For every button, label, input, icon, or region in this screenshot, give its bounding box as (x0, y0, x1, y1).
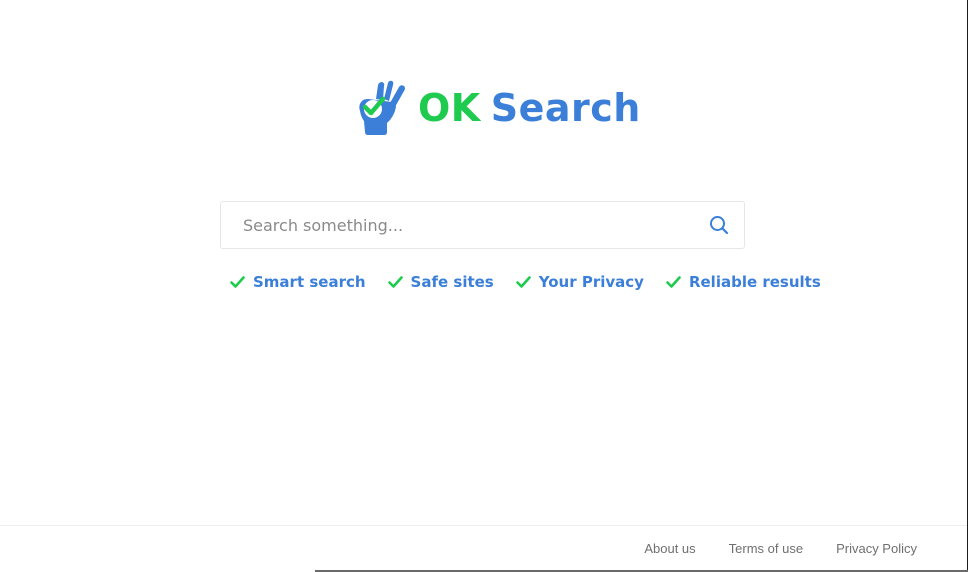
check-icon (230, 276, 245, 288)
brand-name-search: Search (490, 86, 641, 130)
footer-link-terms-of-use[interactable]: Terms of use (729, 541, 803, 556)
footer-link-privacy-policy[interactable]: Privacy Policy (836, 541, 917, 556)
search-icon (710, 216, 729, 235)
check-icon (666, 276, 681, 288)
feature-smart-search: Smart search (230, 273, 366, 291)
footer: About us Terms of use Privacy Policy (0, 525, 967, 572)
feature-label: Safe sites (410, 273, 494, 291)
page: OKSearch Smart search Safe sites (0, 0, 968, 572)
brand-name-ok: OK (418, 86, 481, 130)
feature-reliable-results: Reliable results (666, 273, 821, 291)
search-box (220, 201, 745, 249)
search-input[interactable] (221, 202, 691, 248)
brand-logo[interactable]: OK Search (354, 78, 641, 138)
footer-link-about-us[interactable]: About us (644, 541, 695, 556)
footer-links: About us Terms of use Privacy Policy (611, 541, 917, 556)
feature-your-privacy: Your Privacy (515, 273, 644, 291)
feature-safe-sites: Safe sites (387, 273, 494, 291)
check-icon (515, 276, 531, 288)
check-icon (387, 276, 403, 288)
feature-label: Smart search (253, 273, 366, 291)
ok-hand-check-icon (359, 80, 405, 135)
feature-label: Your Privacy (538, 273, 644, 291)
features-list: Smart search Safe sites Your Privacy Rel… (230, 268, 821, 296)
feature-label: Reliable results (688, 273, 821, 291)
brand-name: OK Search (418, 78, 641, 138)
search-button[interactable] (704, 210, 734, 240)
